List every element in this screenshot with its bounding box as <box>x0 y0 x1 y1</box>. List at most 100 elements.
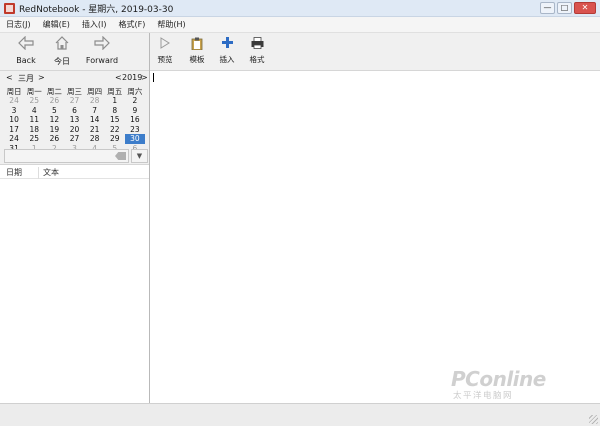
window-title: RedNotebook - 星期六, 2019-03-30 <box>19 4 174 15</box>
calendar-day[interactable]: 27 <box>64 134 84 144</box>
calendar-day[interactable]: 23 <box>125 125 145 135</box>
calendar-day[interactable]: 24 <box>4 134 24 144</box>
weekday-header: 周二 <box>46 87 62 96</box>
minimize-button[interactable]: — <box>540 2 555 14</box>
calendar-day[interactable]: 24 <box>4 96 24 106</box>
preview-label: 预览 <box>157 55 173 64</box>
calendar-day[interactable]: 4 <box>24 106 44 116</box>
editor-toolbar: 预览 模板 插入 格式 <box>150 33 600 71</box>
forward-label: Forward <box>85 56 119 65</box>
calendar-day[interactable]: 22 <box>105 125 125 135</box>
search-results-list: 日期 文本 <box>0 164 149 403</box>
year-label: 2019 <box>122 73 143 82</box>
calendar-day[interactable]: 25 <box>24 96 44 106</box>
status-bar <box>0 403 600 426</box>
template-button[interactable]: 模板 <box>182 37 212 65</box>
column-text[interactable]: 文本 <box>43 167 59 178</box>
prev-month-button[interactable]: < <box>6 73 13 82</box>
next-month-button[interactable]: > <box>38 73 45 82</box>
calendar-week: 24 25 26 27 28 1 2 <box>4 96 145 106</box>
calendar-day[interactable]: 25 <box>24 134 44 144</box>
next-year-button[interactable]: > <box>141 73 148 82</box>
calendar-day[interactable]: 26 <box>44 96 64 106</box>
printer-icon <box>242 37 272 51</box>
back-arrow-icon <box>6 35 46 52</box>
weekday-header: 周四 <box>87 87 103 96</box>
forward-button[interactable]: Forward <box>82 35 122 65</box>
calendar-day[interactable]: 28 <box>85 134 105 144</box>
search-row: ▼ <box>4 149 148 163</box>
column-separator[interactable] <box>38 167 39 179</box>
watermark-logo: PConline <box>451 367 546 391</box>
play-icon <box>150 37 180 51</box>
template-label: 模板 <box>189 55 205 64</box>
calendar-day[interactable]: 15 <box>105 115 125 125</box>
menu-journal[interactable]: 日志(J) <box>6 19 31 30</box>
calendar-day[interactable]: 2 <box>125 96 145 106</box>
menu-bar: 日志(J) 编辑(E) 插入(I) 格式(F) 帮助(H) <box>0 17 600 33</box>
forward-arrow-icon <box>82 35 122 52</box>
calendar-day[interactable]: 3 <box>4 106 24 116</box>
results-header: 日期 文本 <box>0 165 149 179</box>
weekday-header: 周六 <box>127 87 143 96</box>
resize-grip[interactable] <box>589 415 598 424</box>
watermark: PConline 太平洋电脑网 <box>451 367 591 401</box>
calendar-week: 10 11 12 13 14 15 16 <box>4 115 145 125</box>
calendar-day[interactable]: 1 <box>105 96 125 106</box>
format-label: 格式 <box>249 55 265 64</box>
calendar-day[interactable]: 5 <box>44 106 64 116</box>
month-label: 三月 <box>18 74 34 83</box>
weekday-header: 周日 <box>6 87 22 96</box>
calendar-day[interactable]: 19 <box>44 125 64 135</box>
close-button[interactable]: ✕ <box>574 2 596 14</box>
weekday-header: 周五 <box>107 87 123 96</box>
calendar-day[interactable]: 20 <box>64 125 84 135</box>
column-date[interactable]: 日期 <box>6 167 22 178</box>
calendar-day[interactable]: 27 <box>64 96 84 106</box>
calendar-day[interactable]: 9 <box>125 106 145 116</box>
insert-label: 插入 <box>219 55 235 64</box>
calendar-day[interactable]: 29 <box>105 134 125 144</box>
journal-editor[interactable] <box>150 71 600 403</box>
calendar-day[interactable]: 26 <box>44 134 64 144</box>
insert-button[interactable]: 插入 <box>212 37 242 65</box>
menu-edit[interactable]: 编辑(E) <box>43 19 70 30</box>
calendar-day[interactable]: 16 <box>125 115 145 125</box>
calendar-day[interactable]: 18 <box>24 125 44 135</box>
search-input[interactable] <box>4 149 129 163</box>
calendar: < 三月 > < 2019 > 周日 周一 周二 周三 周四 周五 周六 24 25 26 27 2… <box>4 73 148 153</box>
calendar-day[interactable]: 14 <box>85 115 105 125</box>
calendar-day[interactable]: 10 <box>4 115 24 125</box>
calendar-header: < 三月 > < 2019 > <box>4 73 148 85</box>
format-button[interactable]: 格式 <box>242 37 272 65</box>
window-controls: — □ ✕ <box>540 2 596 14</box>
today-button[interactable]: 今日 <box>42 36 82 67</box>
menu-help[interactable]: 帮助(H) <box>157 19 185 30</box>
calendar-day[interactable]: 21 <box>85 125 105 135</box>
calendar-day[interactable]: 6 <box>64 106 84 116</box>
back-label: Back <box>16 56 36 65</box>
calendar-day[interactable]: 28 <box>85 96 105 106</box>
calendar-day[interactable]: 11 <box>24 115 44 125</box>
navigation-toolbar: Back 今日 Forward <box>0 33 149 71</box>
back-button[interactable]: Back <box>6 35 46 65</box>
calendar-day[interactable]: 13 <box>64 115 84 125</box>
calendar-week: 17 18 19 20 21 22 23 <box>4 125 145 135</box>
calendar-day-selected[interactable]: 30 <box>124 134 145 144</box>
preview-button[interactable]: 预览 <box>150 37 180 65</box>
today-label: 今日 <box>54 57 70 66</box>
calendar-day[interactable]: 17 <box>4 125 24 135</box>
calendar-grid: 周日 周一 周二 周三 周四 周五 周六 24 25 26 27 28 1 2 3 4 5 6 7 8 9 10 11 12… <box>4 87 145 153</box>
maximize-button[interactable]: □ <box>557 2 572 14</box>
text-caret <box>153 73 154 82</box>
title-bar: RedNotebook - 星期六, 2019-03-30 — □ ✕ <box>0 0 600 17</box>
calendar-week: 24 25 26 27 28 29 30 <box>4 134 145 144</box>
weekday-header: 周一 <box>26 87 42 96</box>
search-dropdown-button[interactable]: ▼ <box>131 149 148 163</box>
calendar-day[interactable]: 7 <box>85 106 105 116</box>
menu-format[interactable]: 格式(F) <box>119 19 146 30</box>
prev-year-button[interactable]: < <box>115 73 122 82</box>
calendar-day[interactable]: 12 <box>44 115 64 125</box>
menu-insert[interactable]: 插入(I) <box>82 19 107 30</box>
calendar-day[interactable]: 8 <box>105 106 125 116</box>
